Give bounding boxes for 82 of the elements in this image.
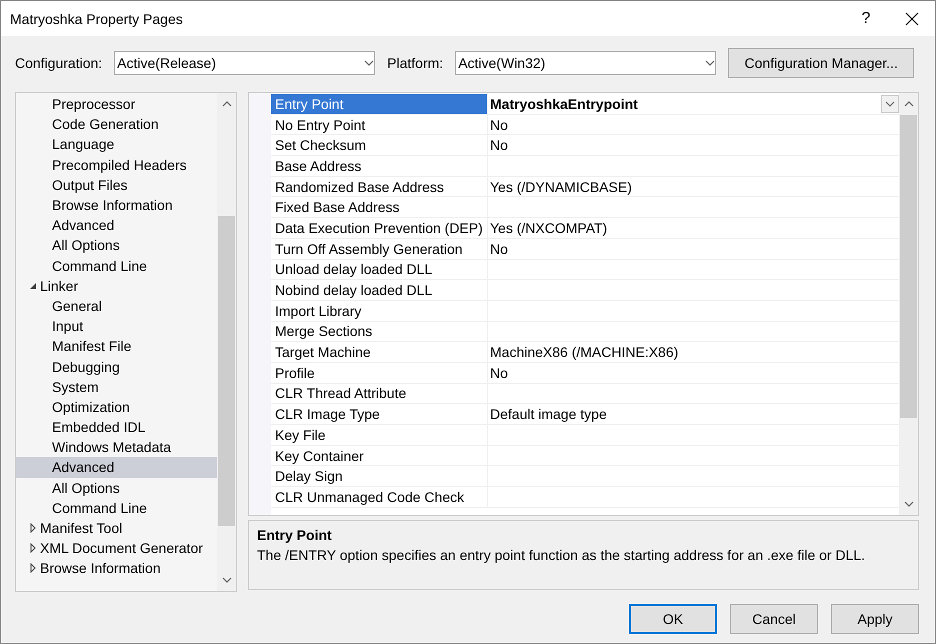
tree-item[interactable]: Code Generation (16, 114, 217, 134)
property-value[interactable]: No (488, 238, 899, 258)
tree-item[interactable]: System (16, 376, 217, 397)
tree-item[interactable]: General (16, 296, 217, 316)
tree-item[interactable]: Command Line (16, 498, 217, 518)
scrollbar[interactable] (217, 93, 236, 591)
description-title: Entry Point (257, 527, 333, 543)
scrollbar[interactable] (899, 93, 918, 515)
configuration-label: Configuration: (15, 55, 102, 71)
tree-item[interactable]: XML Document Generator (16, 538, 217, 558)
property-name[interactable]: Data Execution Prevention (DEP) (271, 218, 488, 238)
tree-item[interactable]: Manifest File (16, 336, 217, 356)
collapsed-triangle-icon[interactable] (28, 523, 38, 534)
tree-item[interactable]: All Options (16, 235, 217, 256)
scrollbar-thumb[interactable] (900, 115, 917, 418)
tree-item[interactable]: Embedded IDL (16, 417, 217, 438)
dialog-button[interactable]: Apply (831, 604, 919, 634)
configuration-manager-button[interactable]: Configuration Manager... (728, 48, 914, 78)
tree-item[interactable]: Windows Metadata (16, 437, 217, 458)
property-name[interactable]: Entry Point (271, 94, 488, 114)
tree-item[interactable]: Language (16, 134, 217, 155)
property-value[interactable]: No (488, 362, 899, 383)
property-name[interactable]: CLR Image Type (271, 404, 488, 424)
collapsed-triangle-icon[interactable] (28, 543, 38, 554)
property-value[interactable]: MatryoshkaEntrypoint (488, 94, 899, 114)
close-icon[interactable] (905, 12, 919, 26)
property-name[interactable]: Unload delay loaded DLL (271, 260, 488, 280)
tree-item[interactable]: Debugging (16, 356, 217, 377)
property-name[interactable]: Turn Off Assembly Generation (271, 238, 488, 258)
property-name[interactable]: Key Container (271, 446, 488, 466)
property-name[interactable]: CLR Unmanaged Code Check (271, 487, 488, 507)
scroll-down-icon[interactable] (904, 499, 914, 509)
tree-item[interactable]: Advanced (16, 215, 217, 236)
property-value[interactable]: Yes (/NXCOMPAT) (488, 218, 899, 238)
scroll-down-icon[interactable] (705, 58, 716, 68)
property-name[interactable]: No Entry Point (271, 114, 488, 134)
property-name[interactable]: Set Checksum (271, 135, 488, 156)
tree-item[interactable]: Preprocessor (16, 94, 217, 114)
property-name[interactable]: Merge Sections (271, 322, 488, 342)
tree-item[interactable]: Browse Information (16, 558, 217, 578)
tree-item[interactable]: Linker (16, 276, 217, 296)
configuration-dropdown[interactable]: Active(Release) (114, 51, 376, 75)
property-name[interactable]: Nobind delay loaded DLL (271, 280, 488, 300)
tree-item[interactable]: All Options (16, 478, 217, 498)
tree-item[interactable]: Precompiled Headers (16, 154, 217, 175)
tree-item[interactable]: Output Files (16, 174, 217, 195)
tree-item[interactable]: Manifest Tool (16, 518, 217, 538)
window-title: Matryoshka Property Pages (10, 10, 184, 26)
platform-label: Platform: (387, 55, 444, 71)
property-value[interactable]: Yes (/DYNAMICBASE) (488, 176, 899, 196)
property-name[interactable]: Target Machine (271, 342, 488, 362)
property-name[interactable]: Randomized Base Address (271, 176, 488, 196)
tree-item[interactable]: Advanced (16, 457, 217, 478)
property-name[interactable]: CLR Thread Attribute (271, 384, 488, 404)
dropdown-button[interactable] (881, 94, 899, 113)
collapsed-triangle-icon[interactable] (28, 563, 38, 574)
tree-item[interactable]: Optimization (16, 396, 217, 417)
property-value[interactable]: MachineX86 (/MACHINE:X86) (488, 342, 899, 362)
description-text: The /ENTRY option specifies an entry point function as the starting address for an .exe file or DLL. (257, 547, 866, 563)
help-button[interactable]: ? (843, 1, 889, 36)
property-name[interactable]: Delay Sign (271, 466, 488, 486)
property-value[interactable]: No (488, 135, 899, 156)
scroll-down-icon[interactable] (222, 575, 232, 585)
property-name[interactable]: Key File (271, 425, 488, 445)
property-name[interactable]: Base Address (271, 156, 488, 176)
scroll-up-icon[interactable] (904, 99, 914, 109)
property-name[interactable]: Profile (271, 362, 488, 383)
dialog-button[interactable]: OK (629, 604, 717, 634)
caret-icon[interactable] (885, 98, 895, 109)
scrollbar-thumb[interactable] (218, 216, 235, 526)
tree-item[interactable]: Input (16, 316, 217, 336)
property-value[interactable]: No (488, 114, 899, 134)
scroll-up-icon[interactable] (222, 99, 232, 109)
tree-item[interactable]: Browse Information (16, 194, 217, 216)
property-name[interactable]: Fixed Base Address (271, 197, 488, 218)
scroll-down-icon[interactable] (364, 58, 374, 68)
property-value[interactable]: Default image type (488, 404, 899, 424)
platform-dropdown[interactable]: Active(Win32) (455, 51, 716, 75)
expanded-triangle-icon[interactable] (28, 280, 38, 291)
property-name[interactable]: Import Library (271, 300, 488, 321)
dialog-button[interactable]: Cancel (730, 604, 818, 634)
tree-item[interactable]: Command Line (16, 256, 217, 276)
